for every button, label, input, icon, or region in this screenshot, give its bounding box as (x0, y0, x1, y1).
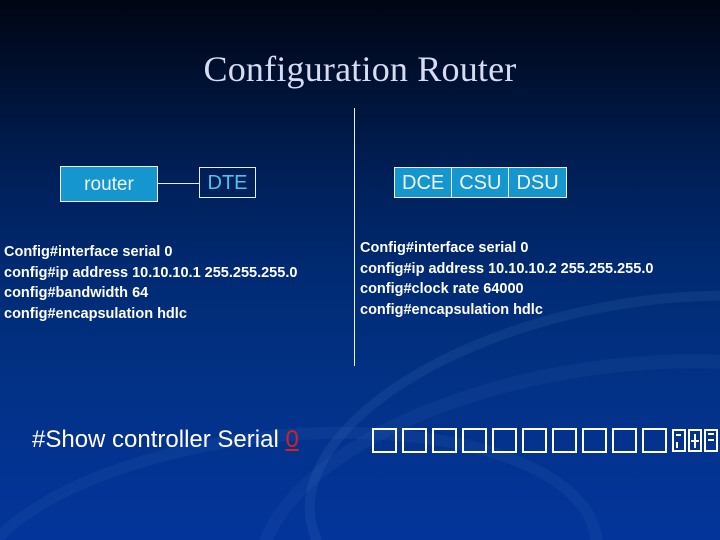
missing-glyph-box (642, 427, 667, 453)
dce-node: DCE (394, 167, 453, 198)
router-dte-link (158, 183, 200, 184)
csu-node-label: CSU (459, 171, 502, 194)
config-block-left: Config#interface serial 0 config#ip addr… (4, 242, 297, 324)
command-highlight: 0 (285, 426, 299, 453)
config-line: config#clock rate 64000 (360, 281, 524, 297)
missing-glyph-box (552, 427, 577, 453)
missing-glyph-box (582, 427, 607, 453)
dte-node: DTE (199, 167, 256, 198)
missing-glyph-box (492, 427, 517, 453)
config-line: Config#interface serial 0 (360, 240, 529, 256)
dsu-node-label: DSU (516, 171, 559, 194)
config-line: Config#interface serial 0 (4, 244, 173, 260)
slide-title: Configuration Router (203, 49, 517, 89)
config-line: config#ip address 10.10.10.2 255.255.255… (360, 260, 654, 277)
slide-canvas: Configuration Router router DTE DCE CSU … (0, 0, 720, 540)
missing-glyph-box (432, 427, 457, 453)
dte-node-label: DTE (207, 171, 248, 194)
missing-glyph-run (372, 424, 720, 456)
router-node-label: router (84, 173, 134, 195)
config-line: config#ip address 10.10.10.1 255.255.255… (4, 264, 298, 281)
router-node: router (60, 166, 158, 202)
missing-glyph-box (612, 427, 637, 453)
config-line: config#encapsulation hdlc (360, 301, 543, 318)
missing-glyph-box-narrow (688, 428, 702, 452)
config-block-right: Config#interface serial 0 config#ip addr… (360, 238, 653, 320)
missing-glyph-box-narrow (672, 428, 686, 452)
missing-glyph-box (462, 427, 487, 453)
csu-node: CSU (451, 167, 510, 198)
dsu-node: DSU (508, 167, 567, 198)
wan-device-group: DCE CSU DSU (394, 167, 567, 198)
config-line: config#bandwidth 64 (4, 285, 149, 301)
config-line: config#encapsulation hdlc (4, 305, 187, 322)
missing-glyph-box (522, 427, 547, 453)
missing-glyph-box (372, 427, 397, 453)
command-text: #Show controller Serial (32, 426, 286, 453)
show-controller-command: #Show controller Serial 0 (32, 424, 299, 456)
vertical-divider (354, 108, 355, 366)
dce-node-label: DCE (402, 171, 445, 194)
background-swoosh-lower (0, 397, 618, 540)
missing-glyph-box (402, 427, 427, 453)
missing-glyph-box-narrow (704, 428, 718, 452)
